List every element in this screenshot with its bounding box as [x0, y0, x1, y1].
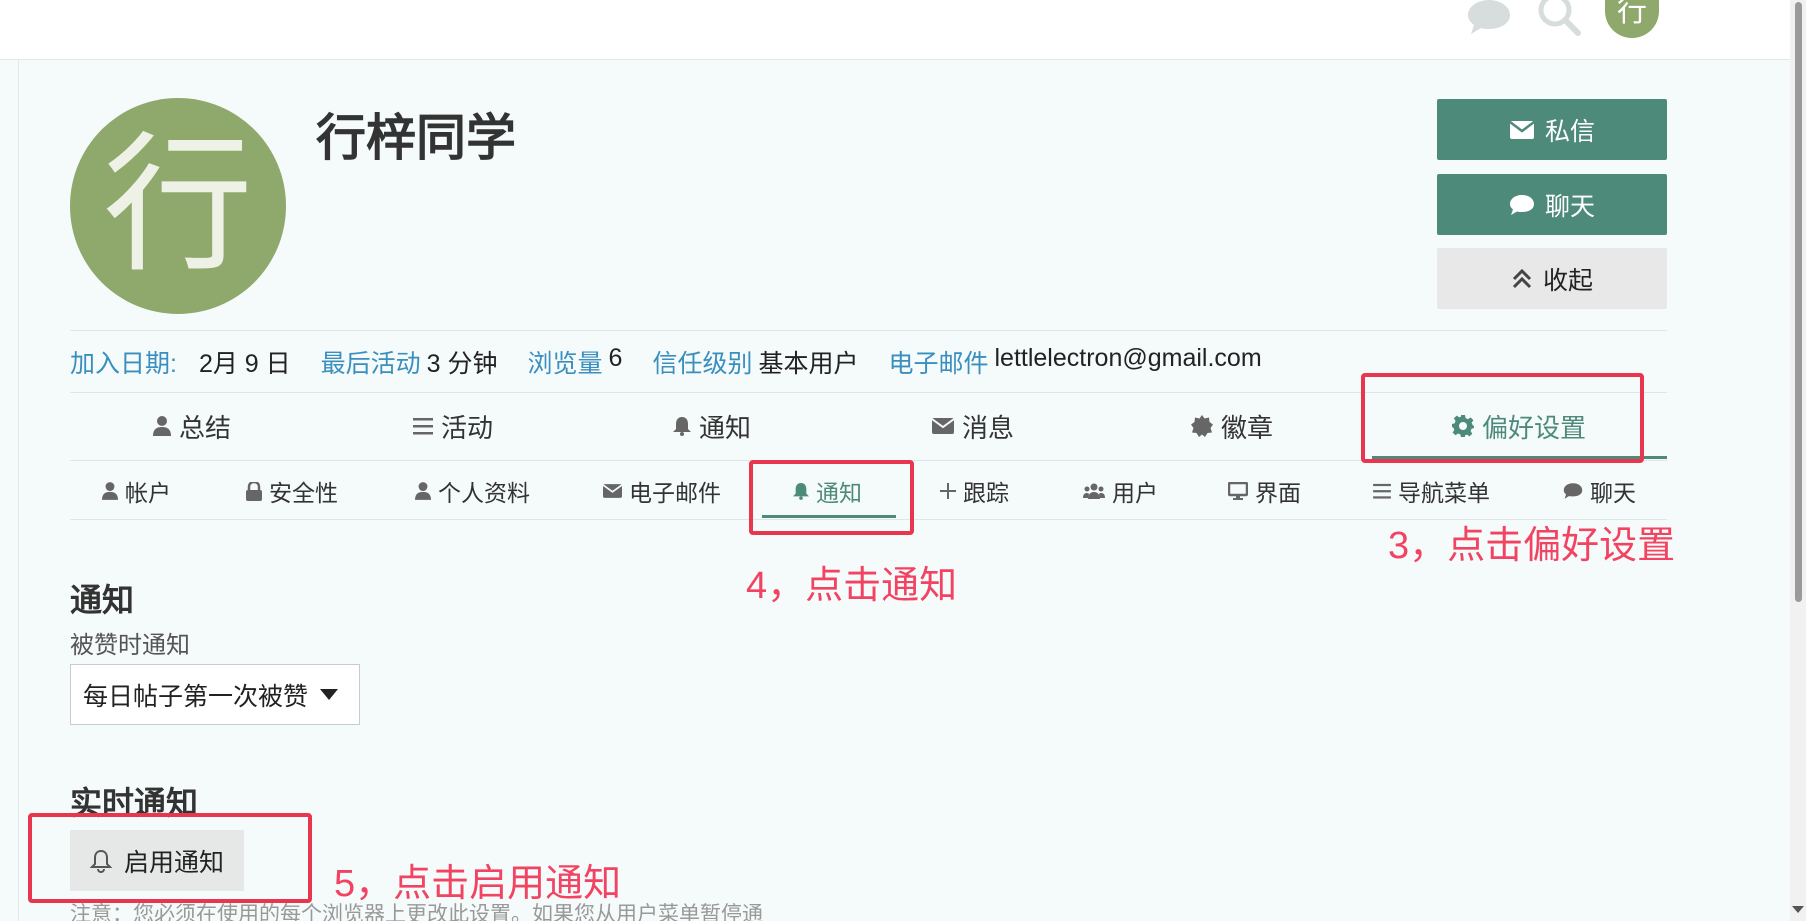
private-message-button[interactable]: 私信 — [1437, 99, 1667, 160]
trust-level-label: 信任级别 — [652, 350, 753, 378]
tab-activity[interactable]: 活动 — [413, 392, 493, 460]
tab-notifications-label: 通知 — [699, 412, 752, 443]
private-message-label: 私信 — [1544, 117, 1595, 146]
caret-down-icon — [320, 689, 339, 700]
chat-bubble-icon — [1563, 482, 1583, 500]
profile-username: 行梓同学 — [316, 110, 516, 166]
annotation-box-enable — [28, 813, 312, 903]
user-avatar-menu[interactable]: 行 — [1605, 0, 1659, 38]
subtab-tracking-label: 跟踪 — [963, 480, 1009, 506]
subtab-account[interactable]: 帐户 — [102, 462, 171, 520]
tab-messages-label: 消息 — [962, 412, 1015, 443]
views-label: 浏览量 — [527, 350, 603, 378]
joined-label: 加入日期: — [70, 350, 177, 378]
user-icon — [415, 482, 431, 500]
collapse-button[interactable]: 收起 — [1437, 248, 1667, 309]
email-value: lettlelectron@gmail.com — [994, 344, 1262, 372]
chat-bubble-icon — [1509, 194, 1535, 216]
plus-icon — [940, 483, 956, 499]
subtab-profile-label: 个人资料 — [438, 480, 530, 506]
subtab-email-label: 电子邮件 — [629, 480, 721, 506]
envelope-icon — [1509, 120, 1535, 140]
tab-notifications[interactable]: 通知 — [673, 392, 751, 460]
double-chevron-up-icon — [1511, 268, 1533, 290]
badge-icon — [1191, 415, 1213, 437]
top-header: 行 — [0, 0, 1790, 60]
search-icon[interactable] — [1536, 0, 1584, 36]
envelope-icon — [932, 418, 954, 434]
list-icon — [1373, 483, 1391, 499]
notifications-heading: 通知 — [70, 582, 135, 618]
subtab-interface[interactable]: 界面 — [1228, 462, 1301, 520]
profile-avatar: 行 — [70, 98, 286, 314]
content-border — [18, 60, 19, 921]
scroll-down-arrow[interactable] — [1792, 906, 1804, 913]
scrollbar-thumb[interactable] — [1795, 2, 1802, 602]
desktop-icon — [1228, 482, 1248, 500]
users-icon — [1083, 483, 1105, 499]
subtab-nav-menu-label: 导航菜单 — [1398, 480, 1490, 506]
views-value: 6 — [608, 344, 623, 372]
notification-note: 注意：您必须在使用的每个浏览器上更改此设置。如果您从用户菜单暂停通 — [70, 903, 763, 921]
subtab-email[interactable]: 电子邮件 — [603, 462, 721, 520]
joined-value: 2月 9 日 — [198, 350, 291, 378]
last-active-value: 3 分钟 — [426, 350, 498, 378]
subtab-security-label: 安全性 — [269, 480, 338, 506]
subtab-users-label: 用户 — [1112, 480, 1158, 506]
subtab-profile[interactable]: 个人资料 — [415, 462, 530, 520]
list-icon — [413, 417, 433, 435]
subtab-users[interactable]: 用户 — [1083, 462, 1158, 520]
user-icon — [102, 482, 118, 500]
user-icon — [153, 416, 171, 436]
last-active-label: 最后活动 — [320, 350, 421, 378]
tab-summary[interactable]: 总结 — [153, 392, 231, 460]
chat-bubble-icon[interactable] — [1466, 0, 1512, 36]
subtab-nav-menu[interactable]: 导航菜单 — [1373, 462, 1490, 520]
tab-messages[interactable]: 消息 — [932, 392, 1014, 460]
tab-badges[interactable]: 徽章 — [1191, 392, 1273, 460]
subtab-tracking[interactable]: 跟踪 — [940, 462, 1009, 520]
trust-level-value: 基本用户 — [758, 350, 859, 378]
like-notification-value: 每日帖子第一次被赞 — [83, 682, 309, 711]
profile-meta: 加入日期: 2月 9 日 最后活动 3 分钟 浏览量 6 信任级别 基本用户 电… — [70, 344, 1292, 380]
tab-summary-label: 总结 — [179, 412, 232, 443]
annotation-step4: 4，点击通知 — [746, 565, 958, 607]
lock-icon — [246, 481, 262, 501]
like-notification-label: 被赞时通知 — [70, 632, 190, 659]
subtab-security[interactable]: 安全性 — [246, 462, 338, 520]
bell-icon — [673, 416, 691, 436]
annotation-step3: 3，点击偏好设置 — [1388, 525, 1676, 567]
chat-label: 聊天 — [1544, 192, 1595, 221]
tab-badges-label: 徽章 — [1221, 412, 1274, 443]
chat-button[interactable]: 聊天 — [1437, 174, 1667, 235]
tab-activity-label: 活动 — [441, 412, 494, 443]
subtab-chat[interactable]: 聊天 — [1563, 462, 1636, 520]
subtab-interface-label: 界面 — [1255, 480, 1301, 506]
annotation-box-notifications — [749, 460, 914, 535]
email-label: 电子邮件 — [888, 350, 989, 378]
annotation-box-preferences — [1361, 373, 1644, 463]
collapse-label: 收起 — [1542, 266, 1593, 295]
subtab-chat-label: 聊天 — [1590, 480, 1636, 506]
subtab-account-label: 帐户 — [125, 480, 171, 506]
like-notification-select[interactable]: 每日帖子第一次被赞 — [70, 664, 360, 725]
envelope-icon — [603, 484, 622, 498]
divider — [70, 330, 1667, 331]
